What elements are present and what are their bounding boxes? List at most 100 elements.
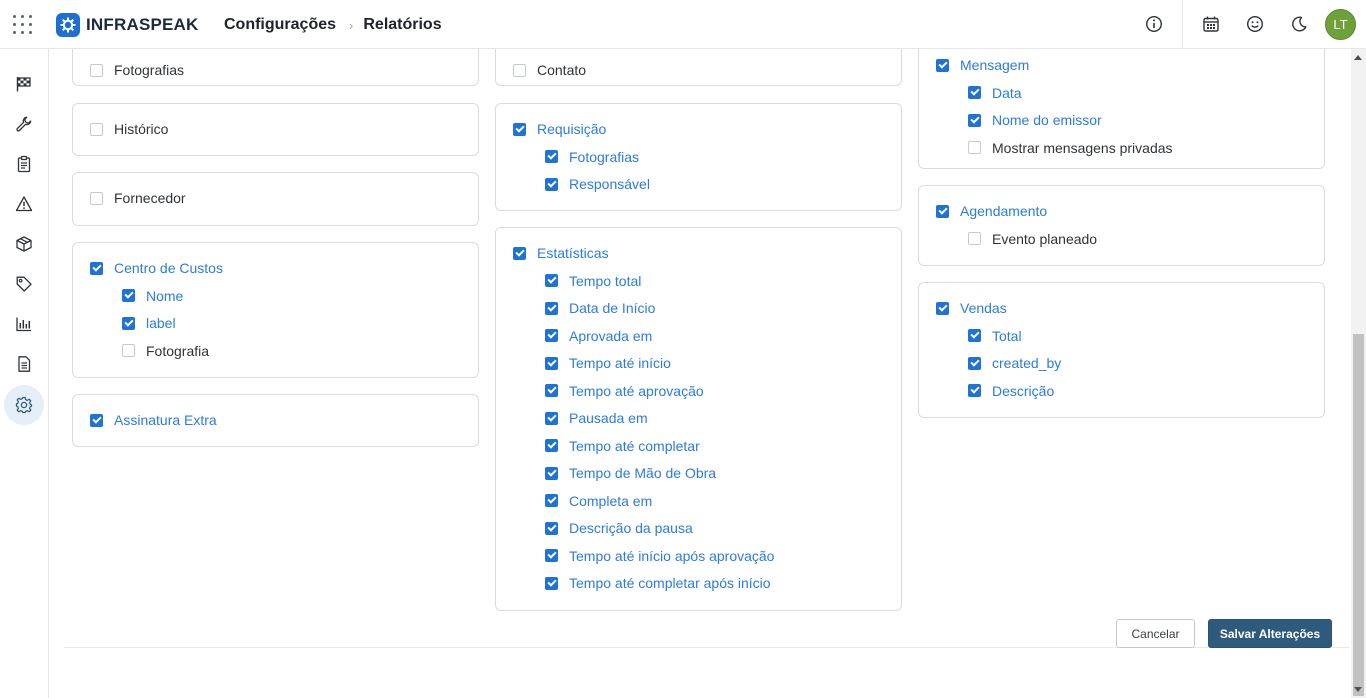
sidebar-item-settings[interactable] (4, 385, 44, 425)
checkbox-checked[interactable] (936, 58, 949, 72)
option-subitem-row[interactable]: Nome do emissor (968, 110, 1102, 130)
scroll-down-arrow-icon[interactable] (1354, 687, 1362, 692)
checkbox-checked[interactable] (545, 521, 558, 535)
option-subitem-row[interactable]: Tempo até completar (545, 436, 700, 456)
breadcrumb: Configurações › Relatórios (224, 16, 442, 34)
calendar-icon[interactable] (1189, 0, 1233, 48)
user-avatar[interactable]: LT (1325, 8, 1356, 40)
scrollbar[interactable] (1351, 49, 1366, 698)
apps-grid-icon[interactable] (13, 15, 33, 35)
checkbox-unchecked[interactable] (122, 344, 135, 357)
sidebar-item-assets[interactable] (4, 224, 44, 264)
checkbox-checked[interactable] (545, 329, 558, 342)
option-group-row[interactable]: Requisição (513, 119, 606, 139)
checkbox-checked[interactable] (936, 301, 949, 315)
sidebar-item-reports[interactable] (4, 304, 44, 344)
sidebar-item-maintenance[interactable] (4, 104, 44, 144)
sidebar-item-documents[interactable] (4, 344, 44, 384)
flag-checkered-icon (16, 77, 31, 92)
option-subitem-row[interactable]: Mostrar mensagens privadas (968, 138, 1173, 158)
checkbox-checked[interactable] (936, 204, 949, 218)
checkbox-checked[interactable] (545, 411, 558, 425)
option-subitem-row[interactable]: Tempo total (545, 271, 641, 291)
option-subitem-row[interactable]: Data de Início (545, 298, 655, 318)
checkbox-checked[interactable] (545, 356, 558, 370)
moon-icon[interactable] (1277, 0, 1321, 48)
checkbox-checked[interactable] (968, 329, 981, 342)
checkbox-unchecked[interactable] (90, 122, 103, 136)
option-subitem-row[interactable]: Data (968, 83, 1022, 103)
checkbox-unchecked[interactable] (90, 191, 103, 205)
checkbox-checked[interactable] (90, 261, 103, 275)
checkbox-checked[interactable] (545, 150, 558, 163)
option-group-row[interactable]: Estatísticas (513, 243, 609, 263)
option-subitem-row[interactable]: Tempo até início após aprovação (545, 546, 774, 566)
checkbox-unchecked[interactable] (968, 232, 981, 245)
option-group-row[interactable]: Vendas (936, 298, 1007, 318)
option-subitem-row[interactable]: Tempo até completar após início (545, 573, 771, 593)
checkbox-checked[interactable] (968, 356, 981, 370)
checkbox-checked[interactable] (968, 113, 981, 127)
option-group-row[interactable]: Fornecedor (90, 188, 186, 208)
scrollbar-thumb[interactable] (1353, 334, 1364, 696)
checkbox-checked[interactable] (545, 576, 558, 590)
checkbox-checked[interactable] (545, 466, 558, 480)
option-group-row[interactable]: Histórico (90, 119, 168, 139)
option-subitem-row[interactable]: Tempo até aprovação (545, 381, 704, 401)
checkbox-checked[interactable] (90, 413, 103, 427)
checkbox-checked[interactable] (545, 439, 558, 452)
checkbox-checked[interactable] (545, 274, 558, 287)
option-group-row[interactable]: Mensagem (936, 55, 1029, 75)
brand-logo[interactable]: INFRASPEAK (56, 13, 199, 37)
sidebar-item-workorders[interactable] (4, 144, 44, 184)
checkbox-checked[interactable] (545, 549, 558, 562)
option-subitem-row[interactable]: Responsável (545, 174, 650, 194)
option-subitem-row[interactable]: Total (968, 326, 1022, 346)
option-group-row[interactable]: Assinatura Extra (90, 410, 217, 430)
checkbox-checked[interactable] (968, 86, 981, 99)
cancel-button[interactable]: Cancelar (1116, 619, 1195, 648)
option-subitem-row[interactable]: Fotografia (122, 341, 209, 361)
checkbox-checked[interactable] (968, 384, 981, 397)
option-label: Assinatura Extra (114, 412, 217, 428)
option-subitem-row[interactable]: Pausada em (545, 408, 648, 428)
checkbox-checked[interactable] (545, 494, 558, 507)
option-subitem-row[interactable]: created_by (968, 353, 1061, 373)
breadcrumb-configuracoes[interactable]: Configurações (224, 16, 336, 34)
checkbox-unchecked[interactable] (513, 63, 526, 77)
option-subitem-row[interactable]: Completa em (545, 491, 652, 511)
clipboard-icon (17, 155, 31, 173)
checkbox-checked[interactable] (122, 289, 135, 302)
option-subitem-row[interactable]: Tempo de Mão de Obra (545, 463, 716, 483)
smiley-icon[interactable] (1233, 0, 1277, 48)
checkbox-checked[interactable] (545, 301, 558, 315)
save-button[interactable]: Salvar Alterações (1208, 619, 1332, 648)
checkbox-checked[interactable] (513, 246, 526, 260)
option-label: Data de Início (569, 300, 656, 316)
option-group-row[interactable]: Agendamento (936, 201, 1047, 221)
checkbox-checked[interactable] (545, 384, 558, 397)
sidebar-item-flag[interactable] (4, 64, 44, 104)
option-subitem-row[interactable]: Aprovada em (545, 326, 652, 346)
option-group-row[interactable]: Centro de Custos (90, 258, 223, 278)
option-subitem-row[interactable]: Nome (122, 286, 183, 306)
info-icon[interactable] (1132, 0, 1176, 48)
option-label: Tempo até início após aprovação (569, 547, 775, 564)
option-subitem-row[interactable]: Tempo até início (545, 353, 671, 373)
checkbox-checked[interactable] (513, 122, 526, 136)
checkbox-checked[interactable] (122, 316, 135, 330)
option-group-row[interactable]: Contato (513, 60, 586, 80)
sidebar-item-tags[interactable] (4, 264, 44, 304)
option-subitem-row[interactable]: Evento planeado (968, 229, 1097, 249)
option-subitem-row[interactable]: Descrição da pausa (545, 518, 693, 538)
option-subitem-row[interactable]: Descrição (968, 381, 1054, 401)
option-subitem-row[interactable]: Fotografias (545, 147, 639, 167)
checkbox-checked[interactable] (545, 177, 558, 191)
checkbox-unchecked[interactable] (968, 141, 981, 154)
option-subitem-row[interactable]: label (122, 313, 176, 333)
option-group-row[interactable]: Fotografias (90, 60, 184, 80)
scroll-up-arrow-icon[interactable] (1354, 55, 1362, 60)
checkbox-unchecked[interactable] (90, 63, 103, 77)
sidebar-item-failures[interactable] (4, 184, 44, 224)
tag-icon (16, 276, 32, 292)
